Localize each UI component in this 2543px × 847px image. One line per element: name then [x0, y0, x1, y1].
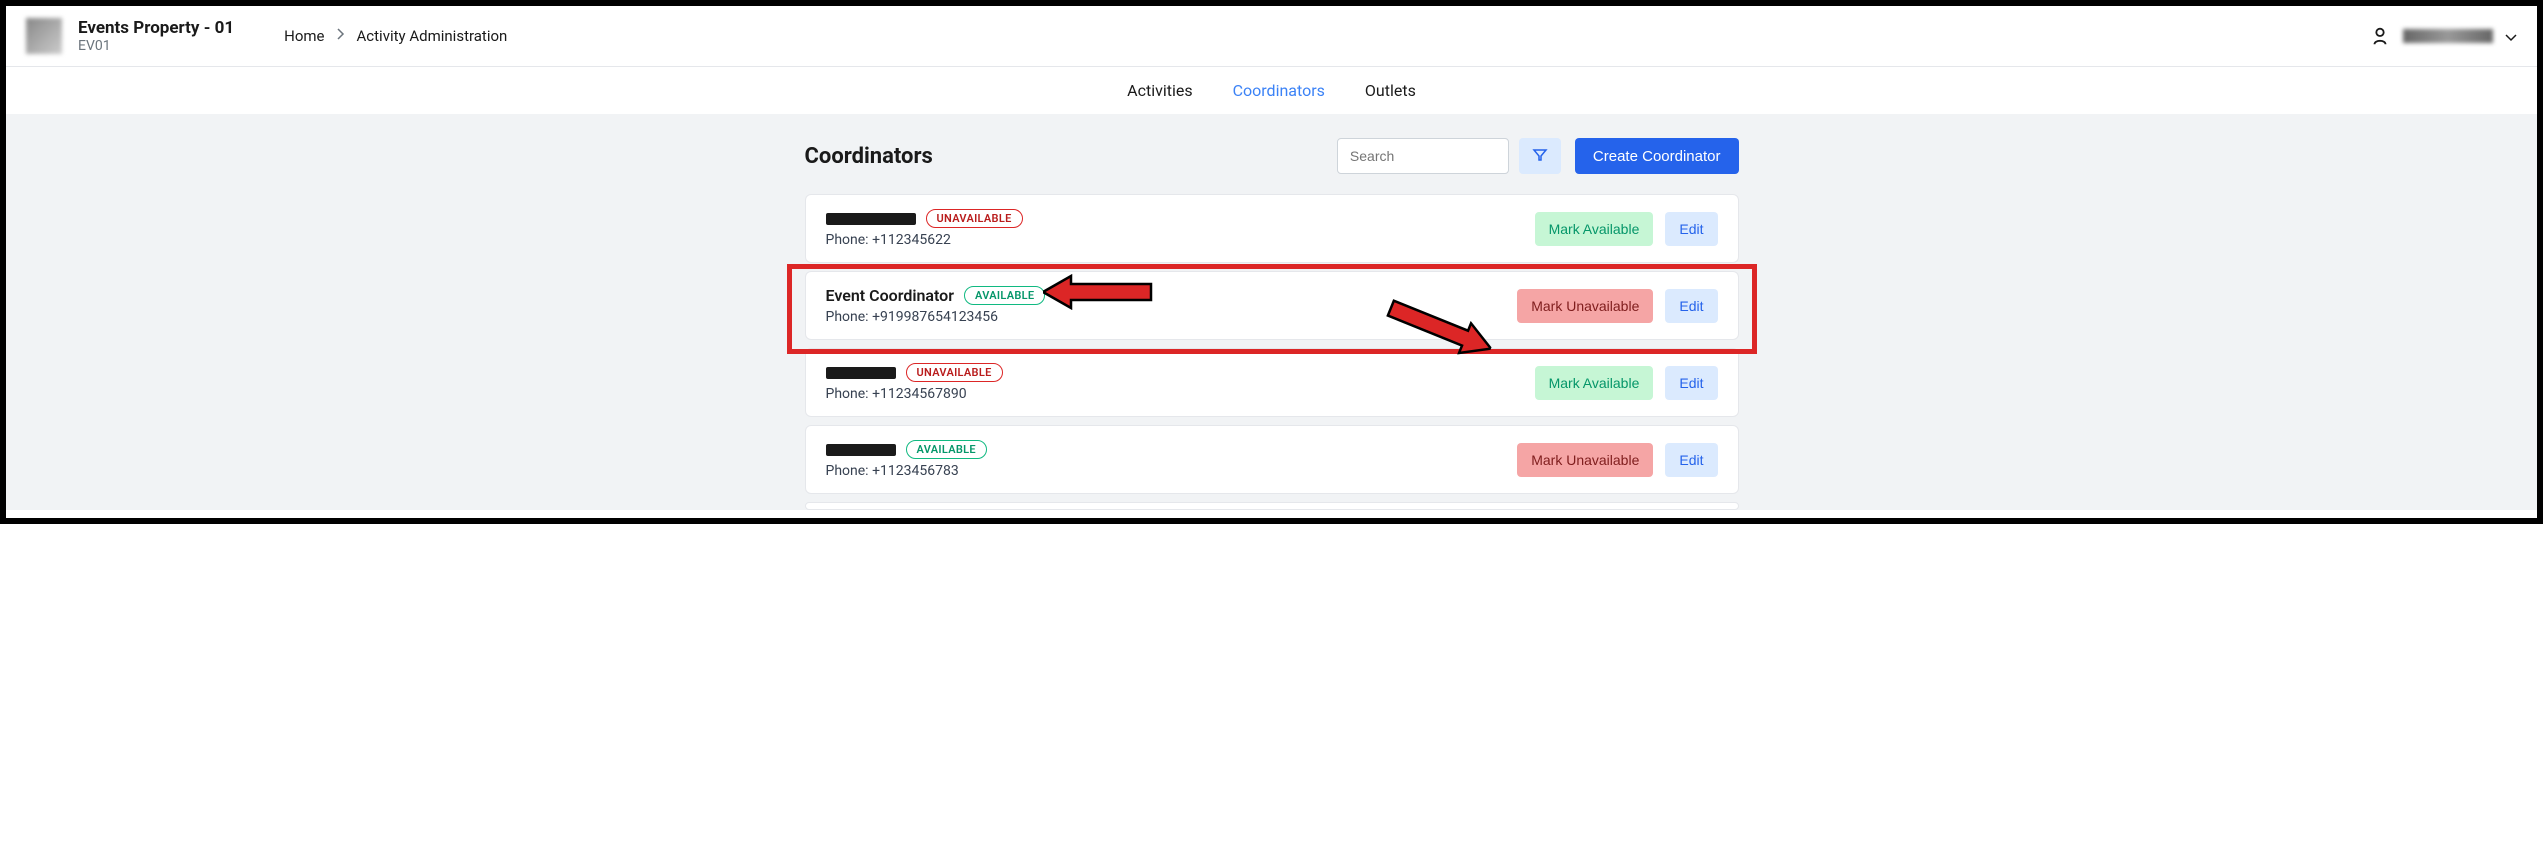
status-badge: UNAVAILABLE: [926, 209, 1023, 228]
coordinator-name: [826, 444, 896, 456]
coordinator-card: AVAILABLE Phone: +1123456783 Mark Unavai…: [805, 425, 1739, 494]
breadcrumb-home[interactable]: Home: [284, 27, 324, 45]
filter-button[interactable]: [1519, 138, 1561, 174]
coordinator-name: Event Coordinator: [826, 286, 955, 305]
coordinator-name: [826, 213, 916, 225]
edit-button[interactable]: Edit: [1665, 443, 1717, 477]
tab-activities[interactable]: Activities: [1127, 81, 1192, 100]
coordinator-list: UNAVAILABLE Phone: +112345622 Mark Avail…: [805, 194, 1739, 510]
coordinator-name: [826, 367, 896, 379]
tab-outlets[interactable]: Outlets: [1365, 81, 1416, 100]
user-menu[interactable]: [2369, 25, 2517, 47]
tab-coordinators[interactable]: Coordinators: [1233, 81, 1325, 100]
mark-available-button[interactable]: Mark Available: [1535, 366, 1654, 400]
coordinator-card: UNAVAILABLE Phone: +11234567890 Mark Ava…: [805, 348, 1739, 417]
mark-unavailable-button[interactable]: Mark Unavailable: [1517, 289, 1653, 323]
property-code: EV01: [78, 38, 234, 54]
property-info: Events Property - 01 EV01: [78, 18, 234, 54]
status-badge: AVAILABLE: [906, 440, 987, 459]
search-input[interactable]: [1337, 138, 1509, 174]
coordinator-card: [805, 502, 1739, 510]
user-name: [2403, 29, 2493, 43]
edit-button[interactable]: Edit: [1665, 366, 1717, 400]
create-coordinator-button[interactable]: Create Coordinator: [1575, 138, 1739, 174]
mark-available-button[interactable]: Mark Available: [1535, 212, 1654, 246]
coordinator-phone: Phone: +919987654123456: [826, 309, 1518, 325]
app-header: Events Property - 01 EV01 Home Activity …: [6, 6, 2537, 66]
page-title: Coordinators: [805, 144, 1337, 169]
coordinator-phone: Phone: +11234567890: [826, 386, 1535, 402]
page-header: Coordinators Create Coordinator: [805, 138, 1739, 174]
mark-unavailable-button[interactable]: Mark Unavailable: [1517, 443, 1653, 477]
edit-button[interactable]: Edit: [1665, 212, 1717, 246]
property-logo: [26, 18, 62, 54]
status-badge: UNAVAILABLE: [906, 363, 1003, 382]
breadcrumb-current: Activity Administration: [357, 27, 508, 45]
user-icon: [2369, 25, 2391, 47]
coordinator-phone: Phone: +112345622: [826, 232, 1535, 248]
edit-button[interactable]: Edit: [1665, 289, 1717, 323]
tabs-nav: Activities Coordinators Outlets: [6, 66, 2537, 114]
filter-icon: [1532, 147, 1548, 166]
breadcrumb: Home Activity Administration: [284, 27, 507, 45]
coordinator-card: UNAVAILABLE Phone: +112345622 Mark Avail…: [805, 194, 1739, 263]
status-badge: AVAILABLE: [964, 286, 1045, 305]
chevron-down-icon: [2505, 27, 2517, 46]
coordinator-phone: Phone: +1123456783: [826, 463, 1518, 479]
coordinator-card: Event Coordinator AVAILABLE Phone: +9199…: [805, 271, 1739, 340]
property-name: Events Property - 01: [78, 18, 234, 38]
chevron-right-icon: [337, 28, 345, 44]
main-content: Coordinators Create Coordinator UNAVAILA…: [6, 114, 2537, 510]
